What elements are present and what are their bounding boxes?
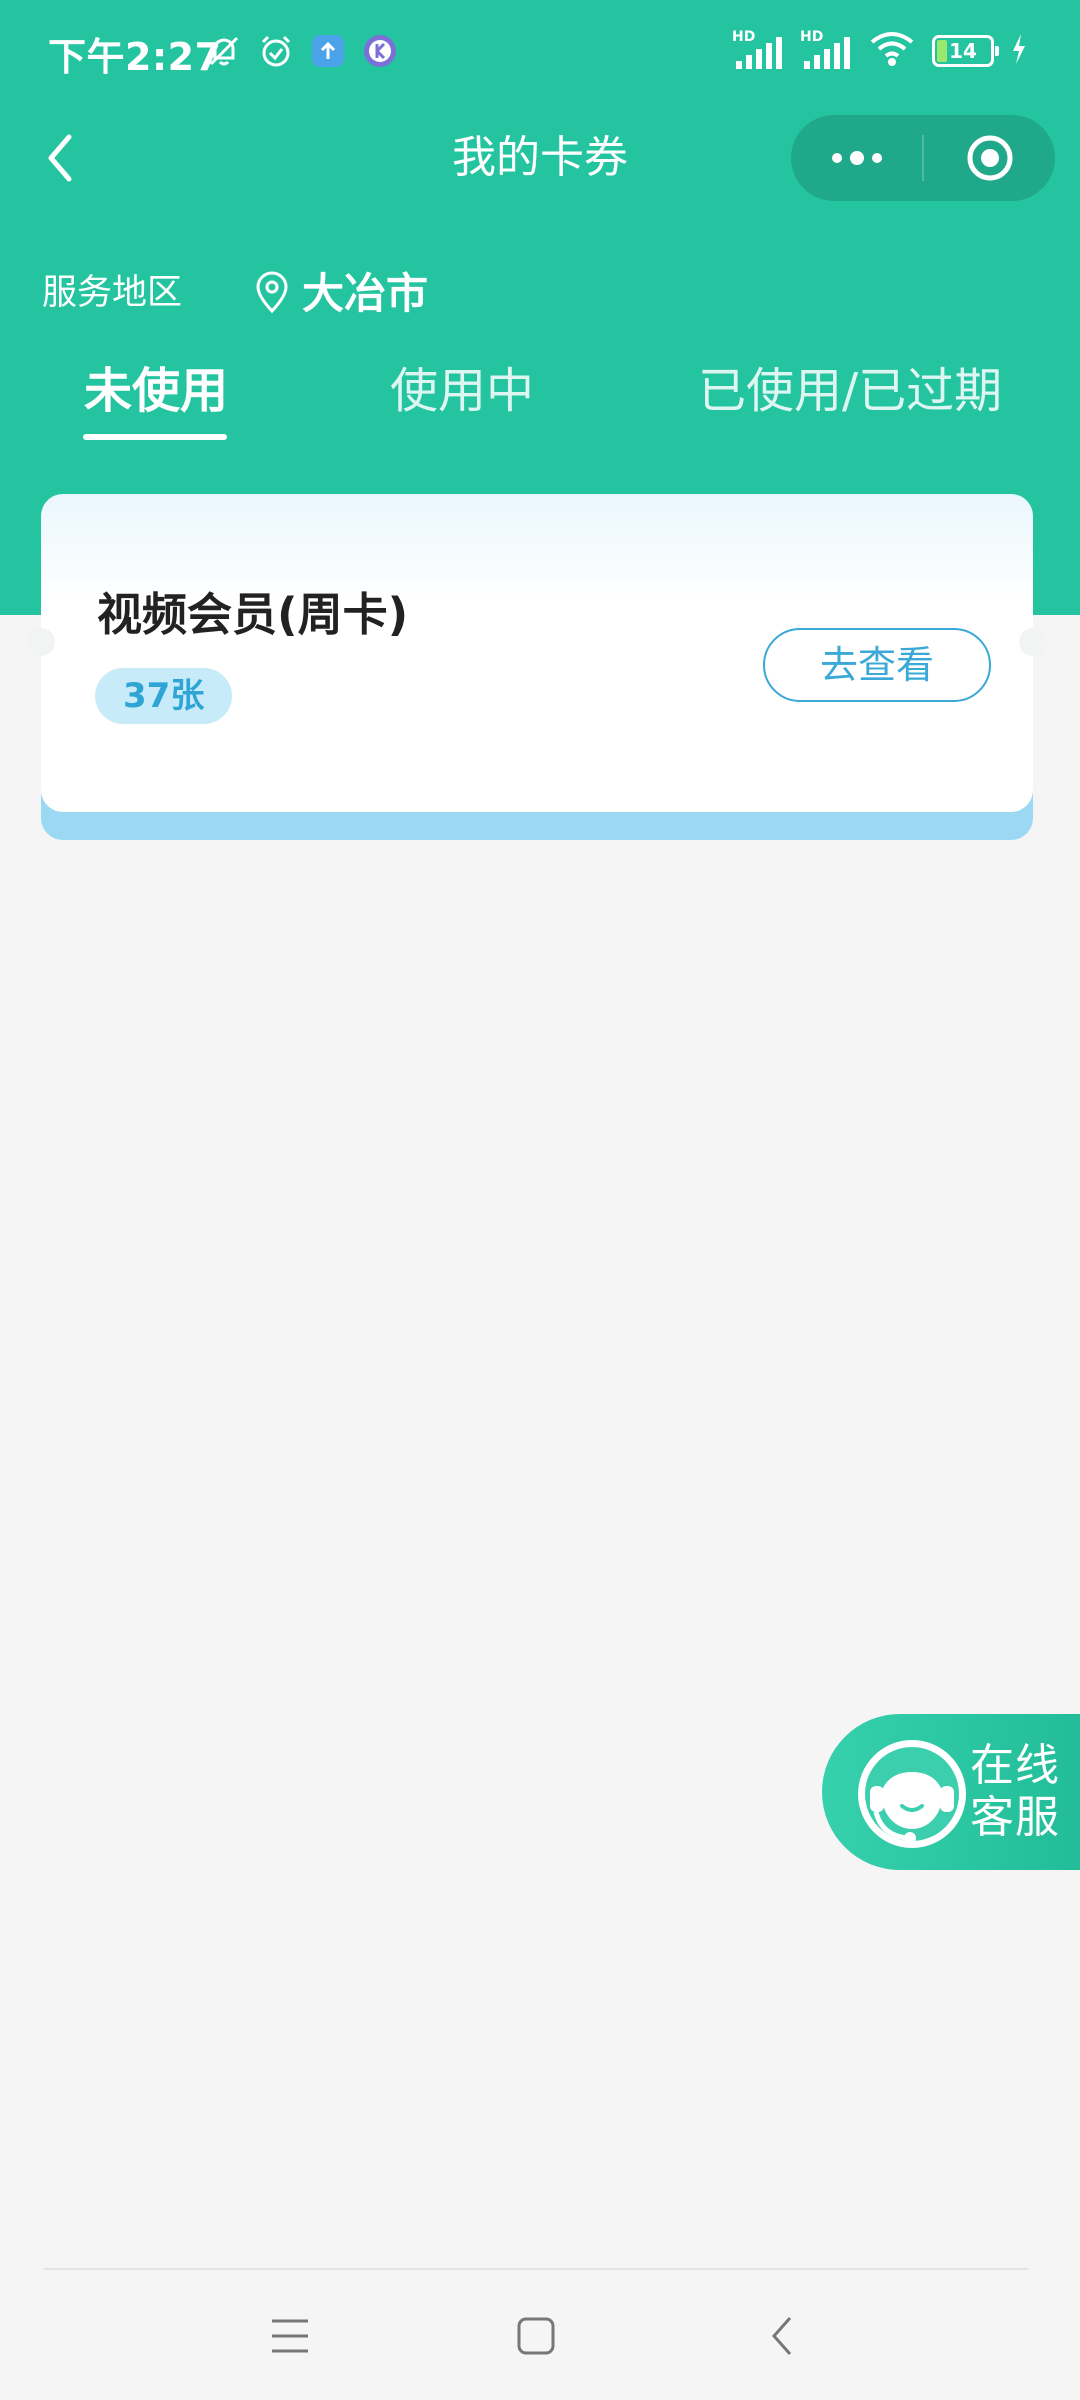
menu-icon xyxy=(272,2319,308,2353)
status-system-icons: HD HD 14 xyxy=(732,29,1028,72)
card-notch-left xyxy=(27,628,55,656)
system-back-button[interactable] xyxy=(752,2306,812,2366)
close-miniprogram-button[interactable] xyxy=(924,115,1055,201)
coupon-title: 视频会员(周卡) xyxy=(97,588,409,641)
more-icon xyxy=(831,151,882,165)
location-pin-icon xyxy=(256,271,288,314)
home-icon xyxy=(517,2317,555,2355)
online-service-line2: 客服 xyxy=(970,1792,1060,1843)
status-notification-icons xyxy=(205,32,399,70)
nav-divider xyxy=(44,2268,1028,2270)
status-bar: 下午2:27 HD HD 14 xyxy=(0,0,1080,100)
online-service-button[interactable]: 在线 客服 xyxy=(822,1714,1080,1870)
alarm-icon xyxy=(257,32,295,70)
more-button[interactable] xyxy=(791,115,922,201)
battery-icon: 14 xyxy=(932,35,999,67)
active-tab-indicator xyxy=(83,434,227,440)
view-coupon-button[interactable]: 去查看 xyxy=(763,628,991,702)
signal-hd-label: HD xyxy=(800,29,824,45)
recent-apps-button[interactable] xyxy=(260,2306,320,2366)
battery-level: 14 xyxy=(949,39,977,63)
city-selector[interactable]: 大冶市 xyxy=(302,266,428,322)
coupon-card: 视频会员(周卡) 37张 去查看 xyxy=(27,494,1047,812)
home-button[interactable] xyxy=(506,2306,566,2366)
close-target-icon xyxy=(967,135,1012,181)
online-service-label: 在线 客服 xyxy=(970,1740,1080,1844)
signal-icon: HD xyxy=(732,29,784,71)
charging-icon xyxy=(1010,32,1028,70)
region-label: 服务地区 xyxy=(42,273,183,313)
signal-icon: HD xyxy=(800,29,852,71)
tab-used-expired[interactable]: 已使用/已过期 xyxy=(698,358,1002,424)
wifi-icon xyxy=(868,30,916,72)
tab-in-use[interactable]: 使用中 xyxy=(390,358,534,424)
coupon-count-badge: 37张 xyxy=(95,668,233,724)
upload-app-icon xyxy=(309,32,347,70)
online-service-line1: 在线 xyxy=(970,1740,1060,1791)
tab-unused[interactable]: 未使用 xyxy=(84,358,228,424)
page: 下午2:27 HD HD 14 我的卡券 服务地区 大冶市 未使用 使用中 已使… xyxy=(0,0,1080,2400)
miniprogram-capsule xyxy=(791,115,1055,201)
status-time: 下午2:27 xyxy=(48,35,222,79)
card-notch-right xyxy=(1019,628,1047,656)
customer-service-icon xyxy=(858,1740,966,1848)
mute-icon xyxy=(205,32,243,70)
kuaishou-app-icon xyxy=(361,32,399,70)
signal-hd-label: HD xyxy=(732,29,756,45)
back-icon xyxy=(771,2317,792,2355)
